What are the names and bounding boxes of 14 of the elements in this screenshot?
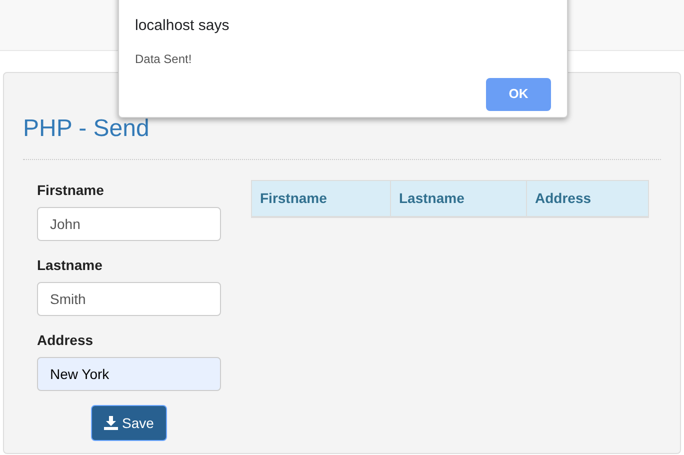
dialog-title: localhost says [135, 16, 230, 36]
field-label: Lastname [37, 256, 102, 275]
field-label: Address [37, 331, 94, 350]
text-field[interactable]: Smith [37, 282, 221, 316]
text-field[interactable]: New York [37, 357, 221, 391]
page-title: PHP - Send [23, 115, 150, 143]
field-label: Firstname [37, 181, 104, 200]
download-icon [104, 416, 118, 430]
save-button[interactable]: Save [91, 405, 167, 441]
column-header: Lastname [390, 181, 526, 216]
text-field[interactable]: John [37, 207, 221, 241]
column-header: Firstname [259, 189, 328, 208]
dialog-message: Data Sent! [135, 50, 192, 68]
column-header: Address [526, 181, 648, 216]
